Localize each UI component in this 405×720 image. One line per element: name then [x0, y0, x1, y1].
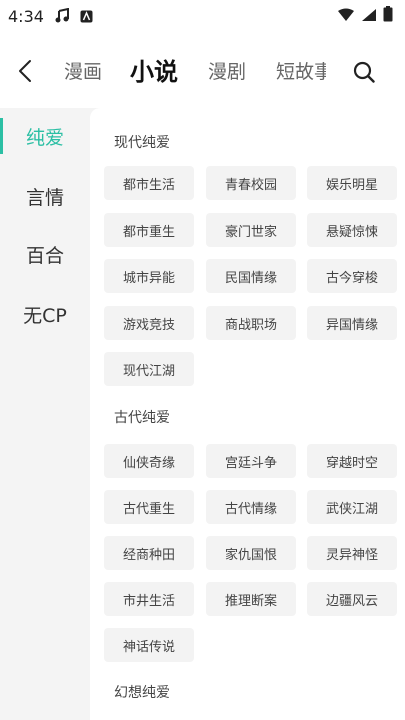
sidebar-item-wucp[interactable]: 无CP: [0, 286, 90, 342]
top-bar: 漫画 小说 漫剧 短故事: [0, 32, 405, 108]
sidebar-item-chunai[interactable]: 纯爱: [0, 108, 90, 164]
status-icons: [337, 6, 393, 26]
sidebar: 纯爱 言情 百合 无CP: [0, 108, 90, 720]
sidebar-item-label: 纯爱: [25, 126, 64, 149]
active-indicator: [0, 118, 3, 154]
tag-chip[interactable]: 宫廷斗争: [206, 444, 296, 478]
tag-chip[interactable]: 都市生活: [104, 166, 194, 200]
tag-chip[interactable]: 推理断案: [206, 582, 296, 616]
sidebar-item-label: 言情: [25, 186, 64, 209]
signal-icon: [361, 7, 377, 26]
battery-icon: [383, 6, 393, 26]
tag-chip[interactable]: 神话传说: [104, 628, 194, 662]
section-title: 古代纯爱: [114, 410, 170, 426]
tag-chip[interactable]: 异国情缘: [307, 306, 397, 340]
tab-manhua[interactable]: 漫画: [64, 60, 102, 84]
tag-chip[interactable]: 游戏竞技: [104, 306, 194, 340]
search-button[interactable]: [350, 58, 378, 86]
tag-chip[interactable]: 民国情缘: [206, 259, 296, 293]
tab-novel[interactable]: 小说: [130, 57, 178, 87]
tag-chip[interactable]: 古代重生: [104, 490, 194, 524]
tab-short-story[interactable]: 短故事: [276, 60, 326, 84]
tag-chip[interactable]: 武侠江湖: [307, 490, 397, 524]
sidebar-item-yanqing[interactable]: 言情: [0, 168, 90, 224]
tag-chip[interactable]: 商战职场: [206, 306, 296, 340]
tag-chip[interactable]: 城市异能: [104, 259, 194, 293]
tag-chip[interactable]: 家仇国恨: [206, 536, 296, 570]
tag-chip[interactable]: 灵异神怪: [307, 536, 397, 570]
tag-chip[interactable]: 仙侠奇缘: [104, 444, 194, 478]
tag-panel: 现代纯爱 都市生活 青春校园 娱乐明星 都市重生 豪门世家 悬疑惊悚 城市异能 …: [90, 108, 405, 720]
section-title: 幻想纯爱: [114, 685, 170, 701]
tag-chip[interactable]: 娱乐明星: [307, 166, 397, 200]
tag-chip[interactable]: 现代江湖: [104, 352, 194, 386]
tag-chip[interactable]: 市井生活: [104, 582, 194, 616]
category-tabs: 漫画 小说 漫剧 短故事: [56, 32, 326, 108]
tag-chip[interactable]: 古代情缘: [206, 490, 296, 524]
tag-chip[interactable]: 青春校园: [206, 166, 296, 200]
chevron-left-icon: [19, 60, 31, 82]
search-icon: [353, 61, 375, 83]
tag-chip[interactable]: 边疆风云: [307, 582, 397, 616]
tag-chip[interactable]: 豪门世家: [206, 213, 296, 247]
app-notification-icon: [80, 10, 93, 23]
tag-chip[interactable]: 经商种田: [104, 536, 194, 570]
section-title: 现代纯爱: [114, 135, 170, 151]
tag-chip[interactable]: 穿越时空: [307, 444, 397, 478]
tag-chip[interactable]: 悬疑惊悚: [307, 213, 397, 247]
tag-chip[interactable]: 古今穿梭: [307, 259, 397, 293]
back-button[interactable]: [12, 56, 38, 86]
sidebar-item-baihe[interactable]: 百合: [0, 226, 90, 282]
sidebar-item-label: 无CP: [23, 304, 67, 327]
sidebar-item-label: 百合: [25, 244, 64, 267]
music-note-icon: [54, 8, 70, 24]
status-bar: 4:34: [0, 0, 405, 32]
wifi-icon: [337, 7, 355, 26]
status-time: 4:34: [8, 6, 44, 26]
tag-chip[interactable]: 都市重生: [104, 213, 194, 247]
tab-manju[interactable]: 漫剧: [208, 60, 246, 84]
